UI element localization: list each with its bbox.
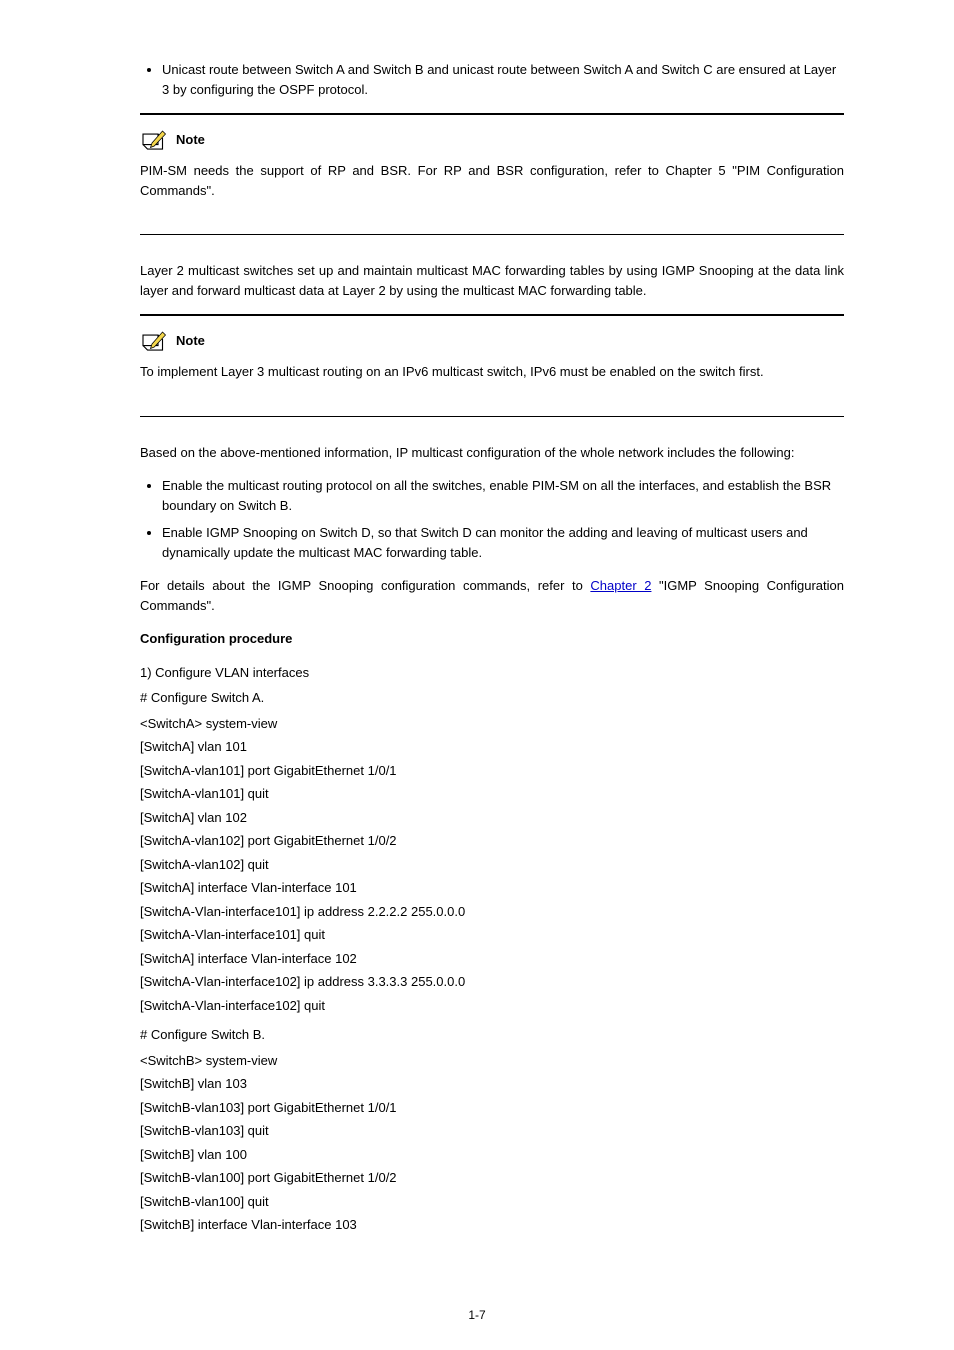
paragraph-l2-multicast: Layer 2 multicast switches set up and ma… [140,261,844,300]
paragraph-xref: For details about the IGMP Snooping conf… [140,576,844,615]
cli-line: [SwitchA-vlan101] quit [140,784,844,804]
cli-line: [SwitchB] vlan 103 [140,1074,844,1094]
paragraph-before-bullets: Based on the above-mentioned information… [140,443,844,463]
note-label: Note [176,331,205,351]
document-page: Unicast route between Switch A and Switc… [0,0,954,1350]
cli-line: [SwitchB-vlan103] quit [140,1121,844,1141]
switch-a-heading: # Configure Switch A. [140,688,844,708]
cli-line: [SwitchB-vlan100] quit [140,1192,844,1212]
list-item: Unicast route between Switch A and Switc… [162,60,844,99]
switch-b-heading: # Configure Switch B. [140,1025,844,1045]
note-icon [140,330,170,352]
cli-line: [SwitchB-vlan100] port GigabitEthernet 1… [140,1168,844,1188]
note-header: Note [140,330,844,352]
configuration-procedure-heading: Configuration procedure [140,629,844,649]
cli-line: [SwitchA-Vlan-interface102] quit [140,996,844,1016]
config-bullet-list: Enable the multicast routing protocol on… [140,476,844,562]
note-text: To implement Layer 3 multicast routing o… [140,362,844,382]
cli-block-switch-b: <SwitchB> system-view [SwitchB] vlan 103… [140,1051,844,1235]
cli-block-switch-a: <SwitchA> system-view [SwitchA] vlan 101… [140,714,844,1016]
cli-line: [SwitchA] interface Vlan-interface 101 [140,878,844,898]
cli-line: [SwitchA] interface Vlan-interface 102 [140,949,844,969]
note-text: PIM-SM needs the support of RP and BSR. … [140,161,844,200]
cli-line: [SwitchA-Vlan-interface101] ip address 2… [140,902,844,922]
cli-line: <SwitchB> system-view [140,1051,844,1071]
cli-line: [SwitchA-vlan101] port GigabitEthernet 1… [140,761,844,781]
cli-line: [SwitchA] vlan 101 [140,737,844,757]
cli-line: [SwitchA-vlan102] port GigabitEthernet 1… [140,831,844,851]
cli-line: [SwitchB] vlan 100 [140,1145,844,1165]
cli-line: [SwitchA-Vlan-interface102] ip address 3… [140,972,844,992]
list-item: Enable the multicast routing protocol on… [162,476,844,515]
cli-line: <SwitchA> system-view [140,714,844,734]
note-label: Note [176,130,205,150]
cli-line: [SwitchB-vlan103] port GigabitEthernet 1… [140,1098,844,1118]
cli-line: [SwitchA] vlan 102 [140,808,844,828]
list-item: Enable IGMP Snooping on Switch D, so tha… [162,523,844,562]
step-1-heading: 1) Configure VLAN interfaces [140,663,844,683]
cli-line: [SwitchA-vlan102] quit [140,855,844,875]
intro-bullet-list: Unicast route between Switch A and Switc… [140,60,844,99]
note-icon [140,129,170,151]
chapter-2-link[interactable]: Chapter 2 [590,578,651,593]
note-header: Note [140,129,844,151]
cli-line: [SwitchA-Vlan-interface101] quit [140,925,844,945]
page-number: 1-7 [0,1306,954,1324]
note-block-2: Note To implement Layer 3 multicast rout… [140,314,844,417]
note-block-1: Note PIM-SM needs the support of RP and … [140,113,844,235]
xref-prefix-text: For details about the IGMP Snooping conf… [140,578,590,593]
cli-line: [SwitchB] interface Vlan-interface 103 [140,1215,844,1235]
